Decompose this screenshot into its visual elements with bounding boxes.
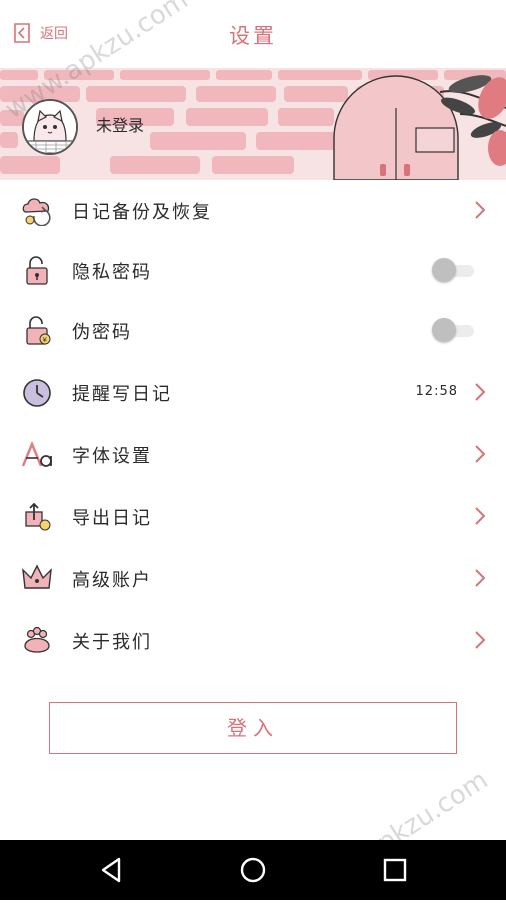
- nav-home-icon[interactable]: [237, 854, 269, 886]
- menu-label-privacy: 隐私密码: [72, 262, 152, 283]
- menu-label-font: 字体设置: [72, 446, 152, 467]
- login-button[interactable]: 登入: [49, 702, 457, 754]
- nav-back-icon[interactable]: [95, 854, 127, 886]
- menu-label-about: 关于我们: [72, 632, 152, 653]
- menu-label-premium: 高级账户: [72, 570, 152, 591]
- menu-label-fake: 伪密码: [72, 322, 132, 343]
- page-title: 设置: [229, 24, 277, 48]
- menu-item-export-diary[interactable]: 导出日记: [0, 486, 506, 546]
- menu-item-about-us[interactable]: 关于我们: [0, 610, 506, 670]
- menu-item-diary-reminder[interactable]: 提醒写日记 12:58: [0, 362, 506, 422]
- toggle-knob: [432, 318, 456, 342]
- cloud-sync-icon: [22, 198, 51, 226]
- menu-item-backup-restore[interactable]: 日记备份及恢复: [0, 180, 506, 240]
- font-icon: [21, 440, 52, 467]
- menu-label-backup: 日记备份及恢复: [72, 202, 212, 223]
- chevron-right-icon: [475, 383, 486, 401]
- paw-icon: [24, 626, 50, 653]
- fake-password-toggle[interactable]: [432, 318, 476, 342]
- clock-icon: [23, 379, 51, 407]
- chevron-right-icon: [475, 201, 486, 219]
- chevron-right-icon: [475, 569, 486, 587]
- system-navigation-bar: [0, 840, 506, 900]
- toggle-knob: [432, 258, 456, 282]
- privacy-password-toggle[interactable]: [432, 258, 476, 282]
- svg-text:¥: ¥: [43, 336, 48, 344]
- menu-label-export: 导出日记: [72, 508, 152, 529]
- login-status-label[interactable]: 未登录: [96, 112, 144, 136]
- reminder-time-value: 12:58: [415, 384, 458, 399]
- chevron-right-icon: [475, 445, 486, 463]
- lock-icon: [26, 256, 48, 285]
- menu-label-reminder: 提醒写日记: [72, 384, 172, 405]
- menu-item-font-settings[interactable]: 字体设置: [0, 424, 506, 484]
- export-icon: [25, 502, 51, 531]
- crown-icon: [22, 564, 52, 589]
- nav-recents-icon[interactable]: [379, 854, 411, 886]
- menu-item-fake-password[interactable]: ¥ 伪密码: [0, 300, 506, 360]
- fake-lock-icon: ¥: [26, 316, 51, 345]
- menu-item-privacy-password[interactable]: 隐私密码: [0, 240, 506, 300]
- chevron-right-icon: [475, 631, 486, 649]
- menu-item-premium-account[interactable]: 高级账户: [0, 548, 506, 608]
- chevron-right-icon: [475, 507, 486, 525]
